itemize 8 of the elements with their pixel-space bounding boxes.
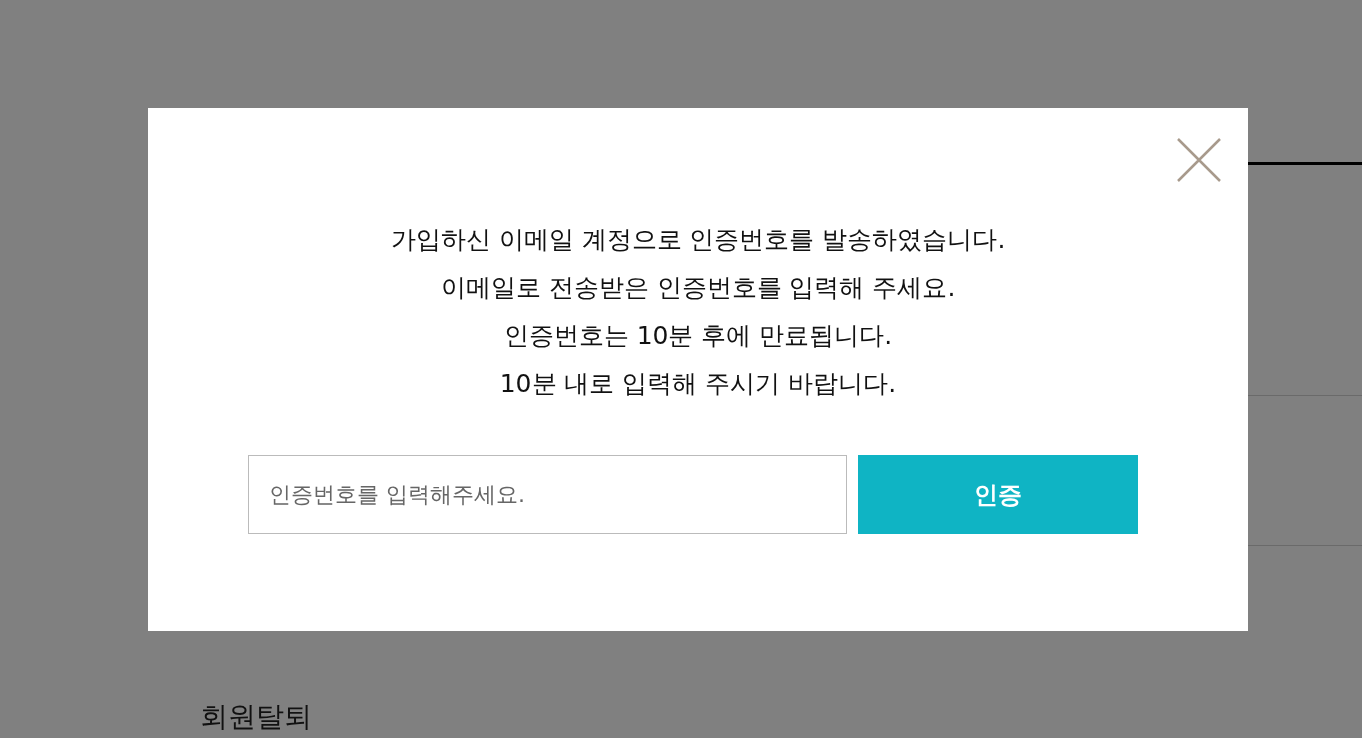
section-heading: 회원탈퇴 bbox=[200, 700, 312, 734]
message-line: 10분 내로 입력해 주시기 바랍니다. bbox=[499, 368, 897, 400]
message-line: 인증번호는 10분 후에 만료됩니다. bbox=[503, 320, 893, 352]
message-line: 이메일로 전송받은 인증번호를 입력해 주세요. bbox=[440, 272, 956, 304]
verification-code-field[interactable]: 인증번호를 입력해주세요. bbox=[248, 455, 847, 534]
verify-button[interactable]: 인증 bbox=[858, 455, 1138, 534]
message-line: 가입하신 이메일 계정으로 인증번호를 발송하였습니다. bbox=[390, 224, 1006, 256]
close-icon[interactable] bbox=[1176, 137, 1222, 183]
